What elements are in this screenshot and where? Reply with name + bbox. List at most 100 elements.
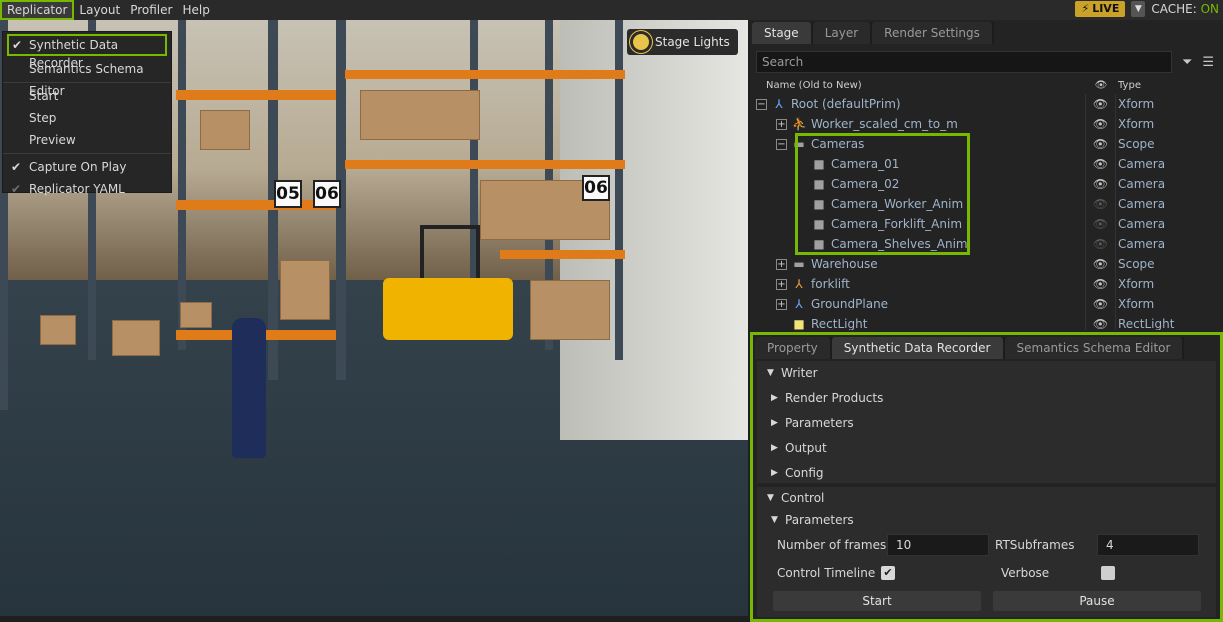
rt-subframes-label: RTSubframes	[995, 538, 1075, 552]
writer-header[interactable]: ▼ Writer	[757, 361, 1216, 386]
verbose-label: Verbose	[1001, 566, 1050, 580]
column-type[interactable]: Type	[1116, 80, 1141, 94]
tree-row-label: Warehouse	[811, 257, 878, 271]
menu-item-label: Start	[29, 89, 59, 103]
tab-render-settings[interactable]: Render Settings	[872, 22, 992, 44]
start-button[interactable]: Start	[773, 591, 981, 611]
menu-item-preview[interactable]: Preview	[3, 129, 171, 151]
menu-item-capture-on-play[interactable]: ✔ Capture On Play	[3, 156, 171, 178]
menu-replicator[interactable]: Replicator	[0, 0, 75, 20]
tree-row[interactable]: ■ Camera_Worker_Anim 👁 Camera	[756, 194, 1217, 214]
menu-item-start[interactable]: Start	[3, 85, 171, 107]
tree-row-type: Camera	[1118, 237, 1166, 251]
box	[530, 280, 610, 340]
live-button[interactable]: ⚡ LIVE	[1075, 1, 1126, 17]
menu-layout[interactable]: Layout	[74, 0, 125, 20]
visibility-eye-icon[interactable]: 👁	[1086, 154, 1116, 174]
expand-icon[interactable]: +	[776, 278, 787, 290]
cache-state: ON	[1200, 2, 1219, 16]
control-header[interactable]: ▼ Control	[757, 487, 1216, 509]
visibility-eye-icon[interactable]: 👁	[1086, 314, 1116, 330]
visibility-eye-off-icon[interactable]: 👁	[1086, 214, 1116, 234]
menu-item-replicator-yaml[interactable]: ✔ Replicator YAML	[3, 178, 171, 200]
expand-icon[interactable]: +	[776, 258, 787, 270]
triangle-down-icon: ▼	[771, 515, 778, 525]
tree-row-name: ■ Camera_01	[756, 154, 1086, 174]
stage-panel: Stage Layer Render Settings ⏷ ☰ Name (Ol…	[750, 20, 1223, 330]
forklift-mast	[420, 225, 480, 285]
aisle-sign: 05	[274, 180, 302, 208]
visibility-eye-icon[interactable]: 👁	[1086, 254, 1116, 274]
verbose-checkbox[interactable]	[1101, 566, 1115, 580]
visibility-eye-icon[interactable]: 👁	[1086, 274, 1116, 294]
camera-icon: ■	[813, 197, 825, 211]
property-tabs: Property Synthetic Data Recorder Semanti…	[755, 337, 1185, 359]
stage-lights-button[interactable]: Stage Lights	[627, 29, 738, 55]
filter-icon[interactable]: ⏷	[1182, 55, 1192, 70]
tree-row[interactable]: − ▬ Cameras 👁 Scope	[756, 134, 1217, 154]
writer-render-products[interactable]: ▶ Render Products	[757, 386, 1216, 411]
pause-button[interactable]: Pause	[993, 591, 1201, 611]
writer-config[interactable]: ▶ Config	[757, 461, 1216, 486]
box	[180, 302, 212, 328]
num-frames-input[interactable]: 10	[887, 534, 989, 556]
writer-label: Writer	[781, 366, 818, 380]
tree-row[interactable]: ■ RectLight 👁 RectLight	[756, 314, 1217, 330]
tree-row[interactable]: + ⛹ Worker_scaled_cm_to_m 👁 Xform	[756, 114, 1217, 134]
column-visibility-eye-icon[interactable]: 👁	[1086, 80, 1116, 94]
menu-help[interactable]: Help	[177, 0, 214, 20]
tree-row-type: Scope	[1118, 137, 1155, 151]
tab-synthetic-data-recorder[interactable]: Synthetic Data Recorder	[831, 337, 1003, 359]
menu-profiler[interactable]: Profiler	[125, 0, 177, 20]
xform-icon: ⅄	[775, 97, 783, 111]
visibility-eye-icon[interactable]: 👁	[1086, 134, 1116, 154]
synthetic-data-recorder-panel: Property Synthetic Data Recorder Semanti…	[750, 332, 1223, 622]
menu-item-label: Replicator YAML	[29, 182, 125, 196]
rt-subframes-input[interactable]: 4	[1097, 534, 1199, 556]
menu-item-label: Step	[29, 111, 57, 125]
column-name[interactable]: Name (Old to New)	[756, 80, 1086, 94]
tree-row[interactable]: ■ Camera_Shelves_Anim 👁 Camera	[756, 234, 1217, 254]
tree-row[interactable]: ■ Camera_Forklift_Anim 👁 Camera	[756, 214, 1217, 234]
visibility-eye-icon[interactable]: 👁	[1086, 294, 1116, 314]
visibility-eye-icon[interactable]: 👁	[1086, 114, 1116, 134]
live-dropdown-chevron-icon[interactable]: ▼	[1131, 1, 1146, 17]
menu-item-synthetic-data-recorder[interactable]: ✔ Synthetic Data Recorder	[7, 34, 167, 70]
tree-row[interactable]: + ▬ Warehouse 👁 Scope	[756, 254, 1217, 274]
tab-semantics-schema-editor[interactable]: Semantics Schema Editor	[1004, 337, 1183, 359]
tree-row-name: + ▬ Warehouse	[756, 254, 1086, 274]
control-parameters-header[interactable]: ▼ Parameters	[757, 509, 1216, 531]
menu-icon[interactable]: ☰	[1202, 55, 1214, 70]
box	[40, 315, 76, 345]
writer-output[interactable]: ▶ Output	[757, 436, 1216, 461]
expand-icon[interactable]: +	[776, 118, 787, 130]
menu-item-semantics-schema-editor[interactable]: Semantics Schema Editor	[3, 58, 171, 98]
visibility-eye-icon[interactable]: 👁	[1086, 174, 1116, 194]
writer-parameters[interactable]: ▶ Parameters	[757, 411, 1216, 436]
visibility-eye-off-icon[interactable]: 👁	[1086, 194, 1116, 214]
collapse-icon[interactable]: −	[756, 98, 767, 110]
tab-property[interactable]: Property	[755, 337, 830, 359]
menu-bar: Replicator Layout Profiler Help ⚡ LIVE ▼…	[0, 0, 1223, 20]
xform-icon: ⅄	[795, 297, 803, 311]
visibility-eye-icon[interactable]: 👁	[1086, 94, 1116, 114]
expand-icon[interactable]: +	[776, 298, 787, 310]
stage-search-input[interactable]	[756, 51, 1172, 73]
tree-row[interactable]: + ⅄ forklift 👁 Xform	[756, 274, 1217, 294]
cache-label: CACHE:	[1151, 2, 1197, 16]
visibility-eye-off-icon[interactable]: 👁	[1086, 234, 1116, 254]
tab-stage[interactable]: Stage	[752, 22, 811, 44]
tree-row[interactable]: ■ Camera_01 👁 Camera	[756, 154, 1217, 174]
tree-row[interactable]: ■ Camera_02 👁 Camera	[756, 174, 1217, 194]
tree-row-label: forklift	[811, 277, 850, 291]
tab-layer[interactable]: Layer	[812, 22, 871, 44]
tree-row-type: Camera	[1118, 177, 1166, 191]
collapse-icon[interactable]: −	[776, 138, 787, 150]
triangle-right-icon: ▶	[771, 393, 778, 403]
tree-row-name: ■ Camera_Shelves_Anim	[756, 234, 1086, 254]
tree-row[interactable]: − ⅄ Root (defaultPrim) 👁 Xform	[756, 94, 1217, 114]
rack-post	[178, 20, 186, 350]
menu-item-step[interactable]: Step	[3, 107, 171, 129]
tree-row[interactable]: + ⅄ GroundPlane 👁 Xform	[756, 294, 1217, 314]
control-timeline-checkbox[interactable]: ✔	[881, 566, 895, 580]
